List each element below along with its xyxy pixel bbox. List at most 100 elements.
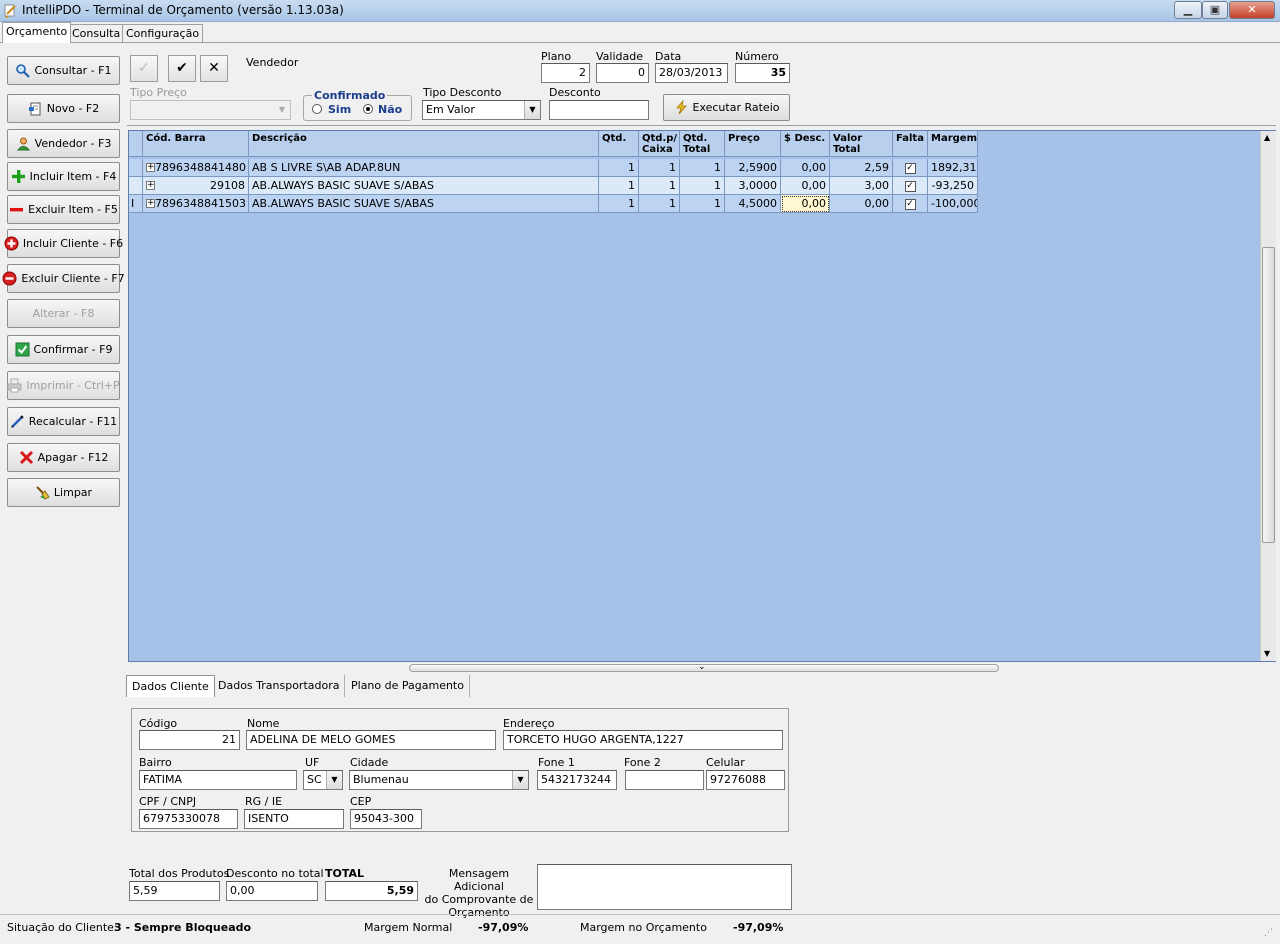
col-preco[interactable]: Preço	[725, 131, 781, 157]
tipo-desconto-select[interactable]: Em Valor ▼	[422, 100, 541, 120]
tab-dados-cliente[interactable]: Dados Cliente	[126, 675, 215, 697]
col-valor-total[interactable]: Valor Total	[830, 131, 893, 157]
cell-qtd[interactable]: 1	[599, 159, 639, 177]
expand-icon[interactable]: +	[146, 181, 155, 190]
cell-margem[interactable]: -100,000	[928, 195, 978, 213]
incluir-cliente-button[interactable]: Incluir Cliente - F6	[4, 229, 123, 258]
cell-qtd-total[interactable]: 1	[680, 195, 725, 213]
apagar-button[interactable]: Apagar - F12	[7, 443, 120, 472]
endereco-field[interactable]: TORCETO HUGO ARGENTA,1227	[503, 730, 783, 750]
cell-valor-total[interactable]: 0,00	[830, 195, 893, 213]
tab-plano-pagamento[interactable]: Plano de Pagamento	[346, 675, 470, 697]
cell-cod-barra[interactable]: +7896348841480	[143, 159, 249, 177]
cell-qtd-caixa[interactable]: 1	[639, 195, 680, 213]
grid-vertical-scrollbar[interactable]: ▲ ▼	[1260, 131, 1276, 661]
desconto-field[interactable]	[549, 100, 649, 120]
consultar-button[interactable]: Consultar - F1	[7, 56, 120, 85]
cell-valor-total[interactable]: 3,00	[830, 177, 893, 195]
fone1-field[interactable]: 5432173244	[537, 770, 617, 790]
cell-qtd-total[interactable]: 1	[680, 177, 725, 195]
cancel-button[interactable]: ✕	[200, 55, 228, 82]
cell-preco[interactable]: 4,5000	[725, 195, 781, 213]
cell-margem[interactable]: 1892,310	[928, 159, 978, 177]
expand-icon[interactable]: +	[146, 163, 155, 172]
col-falta[interactable]: Falta	[893, 131, 928, 157]
maximize-button[interactable]: ▣	[1202, 1, 1228, 19]
col-descricao[interactable]: Descrição	[249, 131, 599, 157]
excluir-item-button[interactable]: Excluir Item - F5	[7, 195, 120, 224]
novo-button[interactable]: Novo - F2	[7, 94, 120, 123]
cell-descricao[interactable]: AB S LIVRE S\AB ADAP.8UN	[249, 159, 599, 177]
total-produtos-field[interactable]: 5,59	[129, 881, 220, 901]
tipo-preco-select[interactable]	[130, 100, 291, 120]
cell-qtd[interactable]: 1	[599, 195, 639, 213]
confirmar-button[interactable]: Confirmar - F9	[7, 335, 120, 364]
cidade-select[interactable]: Blumenau ▼	[349, 770, 529, 790]
executar-rateio-button[interactable]: Executar Rateio	[663, 94, 790, 121]
col-qtd[interactable]: Qtd.	[599, 131, 639, 157]
cell-descricao[interactable]: AB.ALWAYS BASIC SUAVE S/ABAS	[249, 177, 599, 195]
tab-dados-transportadora[interactable]: Dados Transportadora	[213, 675, 346, 697]
numero-field[interactable]: 35	[735, 63, 790, 83]
size-grip-icon[interactable]: ⋰	[1264, 928, 1276, 940]
panel-splitter[interactable]: ⌄	[409, 662, 999, 672]
scroll-thumb[interactable]	[1262, 247, 1275, 543]
imprimir-button[interactable]: Imprimir - Ctrl+P	[7, 371, 120, 400]
nao-radio[interactable]	[363, 104, 373, 114]
col-cod-barra[interactable]: Cód. Barra	[143, 131, 249, 157]
cell-qtd-total[interactable]: 1	[680, 159, 725, 177]
scroll-up-icon[interactable]: ▲	[1264, 133, 1270, 142]
codigo-field[interactable]: 21	[139, 730, 240, 750]
vendedor-button[interactable]: Vendedor - F3	[7, 129, 120, 158]
total-field[interactable]: 5,59	[325, 881, 418, 901]
chevron-down-icon[interactable]: ▼	[512, 771, 528, 789]
sim-radio[interactable]	[312, 104, 322, 114]
tab-consulta[interactable]: Consulta	[68, 24, 125, 42]
col-desc[interactable]: $ Desc.	[781, 131, 830, 157]
fone2-field[interactable]	[625, 770, 704, 790]
cell-valor-total[interactable]: 2,59	[830, 159, 893, 177]
validade-field[interactable]: 0	[596, 63, 649, 83]
cell-falta[interactable]: ✓	[893, 177, 928, 195]
tab-configuracao[interactable]: Configuração	[122, 24, 204, 42]
expand-icon[interactable]: +	[146, 199, 155, 208]
mensagem-textarea[interactable]	[537, 864, 792, 910]
cep-field[interactable]: 95043-300	[350, 809, 422, 829]
col-margem[interactable]: Margem	[928, 131, 978, 157]
cell-preco[interactable]: 3,0000	[725, 177, 781, 195]
cell-qtd[interactable]: 1	[599, 177, 639, 195]
cell-qtd-caixa[interactable]: 1	[639, 159, 680, 177]
falta-checkbox[interactable]: ✓	[904, 180, 916, 192]
confirm-button[interactable]: ✔	[168, 55, 196, 82]
data-field[interactable]: 28/03/2013	[655, 63, 728, 83]
cell-desc[interactable]: 0,00	[781, 177, 830, 195]
scroll-down-icon[interactable]: ▼	[1264, 649, 1270, 658]
cell-preco[interactable]: 2,5900	[725, 159, 781, 177]
col-qtd-caixa[interactable]: Qtd.p/ Caixa	[639, 131, 680, 157]
uf-select[interactable]: SC ▼	[303, 770, 343, 790]
plano-field[interactable]: 2	[541, 63, 590, 83]
desconto-total-field[interactable]: 0,00	[226, 881, 318, 901]
edit-button[interactable]: ✓	[130, 55, 158, 82]
cpf-field[interactable]: 67975330078	[139, 809, 238, 829]
cell-descricao[interactable]: AB.ALWAYS BASIC SUAVE S/ABAS	[249, 195, 599, 213]
limpar-button[interactable]: Limpar	[7, 478, 120, 507]
cell-falta[interactable]: ✓	[893, 159, 928, 177]
chevron-down-icon[interactable]: ▼	[524, 101, 540, 119]
excluir-cliente-button[interactable]: Excluir Cliente - F7	[2, 264, 125, 293]
tab-orcamento[interactable]: Orçamento	[2, 22, 72, 43]
cell-cod-barra[interactable]: +7896348841503	[143, 195, 249, 213]
nome-field[interactable]: ADELINA DE MELO GOMES	[246, 730, 496, 750]
falta-checkbox[interactable]: ✓	[904, 162, 916, 174]
cell-margem[interactable]: -93,250	[928, 177, 978, 195]
chevron-down-icon[interactable]: ▼	[326, 771, 342, 789]
close-button[interactable]: ✕	[1229, 1, 1275, 19]
falta-checkbox[interactable]: ✓	[904, 198, 916, 210]
cell-desc[interactable]: 0,00	[781, 159, 830, 177]
celular-field[interactable]: 97276088	[706, 770, 785, 790]
items-grid[interactable]: Cód. Barra Descrição Qtd. Qtd.p/ Caixa Q…	[128, 130, 1276, 662]
col-qtd-total[interactable]: Qtd. Total	[680, 131, 725, 157]
cell-falta[interactable]: ✓	[893, 195, 928, 213]
cell-desc-focused[interactable]: 0,00	[781, 195, 830, 213]
minimize-button[interactable]: ▁	[1174, 1, 1202, 19]
